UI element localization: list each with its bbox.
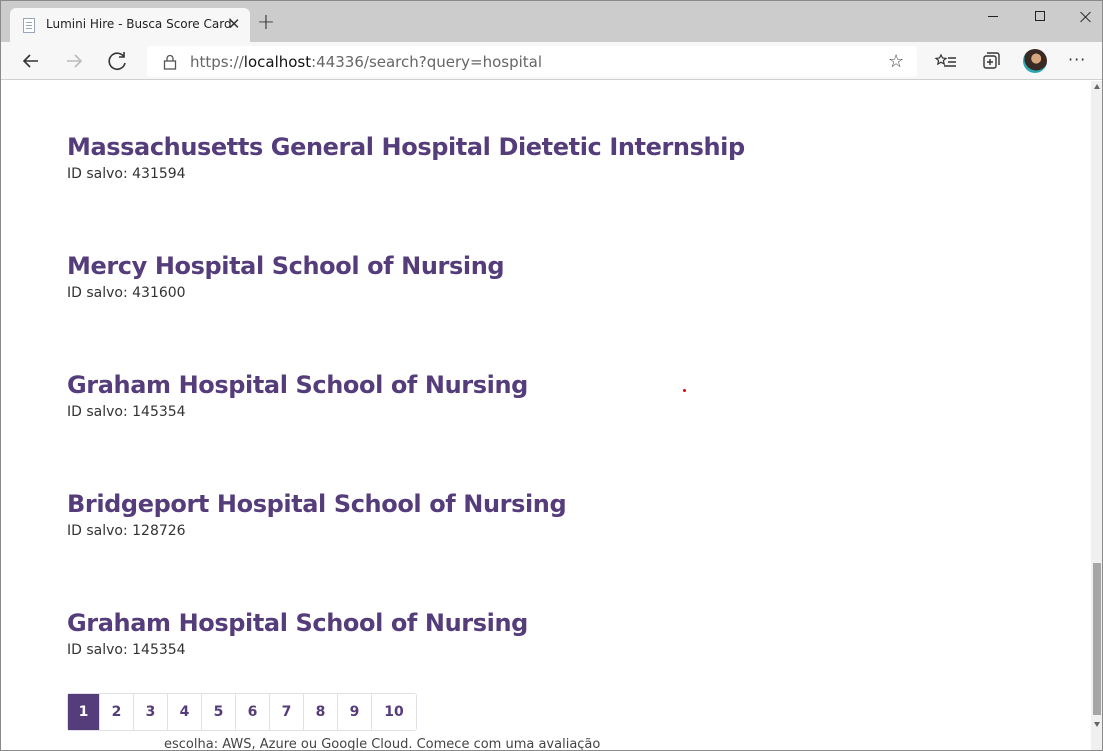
tab-title: Lumini Hire - Busca Score Card xyxy=(46,17,232,31)
page-link-3[interactable]: 3 xyxy=(134,694,168,730)
page-link-8[interactable]: 8 xyxy=(304,694,338,730)
more-menu-icon[interactable]: ··· xyxy=(1068,50,1086,69)
search-result: Graham Hospital School of Nursing ID sal… xyxy=(67,371,528,420)
page-link-6[interactable]: 6 xyxy=(236,694,270,730)
scroll-up-icon[interactable] xyxy=(1094,84,1100,89)
page-link-5[interactable]: 5 xyxy=(202,694,236,730)
vertical-scrollbar[interactable] xyxy=(1091,81,1102,750)
page-link-4[interactable]: 4 xyxy=(168,694,202,730)
result-title-link[interactable]: Graham Hospital School of Nursing xyxy=(67,371,528,399)
cursor-dot xyxy=(683,389,686,392)
result-id: ID salvo: 431594 xyxy=(67,166,186,182)
page-link-2[interactable]: 2 xyxy=(100,694,134,730)
scroll-thumb[interactable] xyxy=(1093,563,1101,715)
result-title-link[interactable]: Graham Hospital School of Nursing xyxy=(67,609,528,637)
result-id: ID salvo: 145354 xyxy=(67,404,186,420)
collections-button[interactable] xyxy=(974,45,1006,77)
reload-icon xyxy=(108,52,126,70)
result-id: ID salvo: 145354 xyxy=(67,642,186,658)
reload-button[interactable] xyxy=(102,45,134,77)
page-icon xyxy=(23,18,35,33)
result-title-link[interactable]: Mercy Hospital School of Nursing xyxy=(67,252,505,280)
browser-tab[interactable]: Lumini Hire - Busca Score Card ✕ xyxy=(10,8,250,42)
forward-arrow-icon xyxy=(67,54,83,68)
search-result: Mercy Hospital School of Nursing ID salv… xyxy=(67,252,505,301)
favorites-button[interactable] xyxy=(930,45,962,77)
page-link-9[interactable]: 9 xyxy=(338,694,372,730)
maximize-button[interactable] xyxy=(1017,1,1063,33)
lock-icon[interactable] xyxy=(163,54,177,70)
result-id: ID salvo: 128726 xyxy=(67,523,186,539)
result-title-link[interactable]: Bridgeport Hospital School of Nursing xyxy=(67,490,567,518)
result-title-link[interactable]: Massachusetts General Hospital Dietetic … xyxy=(67,133,745,161)
favorites-list-icon xyxy=(934,53,956,67)
page-link-7[interactable]: 7 xyxy=(270,694,304,730)
page-link-10[interactable]: 10 xyxy=(372,694,416,730)
search-result: Bridgeport Hospital School of Nursing ID… xyxy=(67,490,567,539)
close-window-button[interactable] xyxy=(1062,1,1102,33)
pagination: 1 2 3 4 5 6 7 8 9 10 xyxy=(67,693,417,731)
scroll-down-icon[interactable] xyxy=(1094,722,1100,727)
result-id: ID salvo: 431600 xyxy=(67,285,186,301)
page-content: Massachusetts General Hospital Dietetic … xyxy=(1,81,1091,751)
title-bar: Lumini Hire - Busca Score Card ✕ + xyxy=(1,1,1102,42)
search-result: Graham Hospital School of Nursing ID sal… xyxy=(67,609,528,658)
minimize-button[interactable] xyxy=(970,1,1016,33)
browser-window: Lumini Hire - Busca Score Card ✕ + https… xyxy=(0,0,1103,751)
url-text[interactable]: https://localhost:44336/search?query=hos… xyxy=(190,53,542,71)
collections-icon xyxy=(983,52,1000,69)
search-result: Massachusetts General Hospital Dietetic … xyxy=(67,133,745,182)
back-arrow-icon xyxy=(22,54,38,68)
favorite-star-icon[interactable]: ☆ xyxy=(888,51,904,72)
forward-button[interactable] xyxy=(58,45,90,77)
browser-toolbar: https://localhost:44336/search?query=hos… xyxy=(1,42,1102,80)
new-tab-button[interactable]: + xyxy=(255,12,277,34)
profile-avatar[interactable] xyxy=(1023,49,1047,73)
footer-partial-text: escolha: AWS, Azure ou Google Cloud. Com… xyxy=(164,737,601,751)
close-tab-icon[interactable]: ✕ xyxy=(224,14,244,34)
address-bar[interactable]: https://localhost:44336/search?query=hos… xyxy=(147,46,917,77)
back-button[interactable] xyxy=(15,45,47,77)
page-link-1[interactable]: 1 xyxy=(68,694,100,730)
